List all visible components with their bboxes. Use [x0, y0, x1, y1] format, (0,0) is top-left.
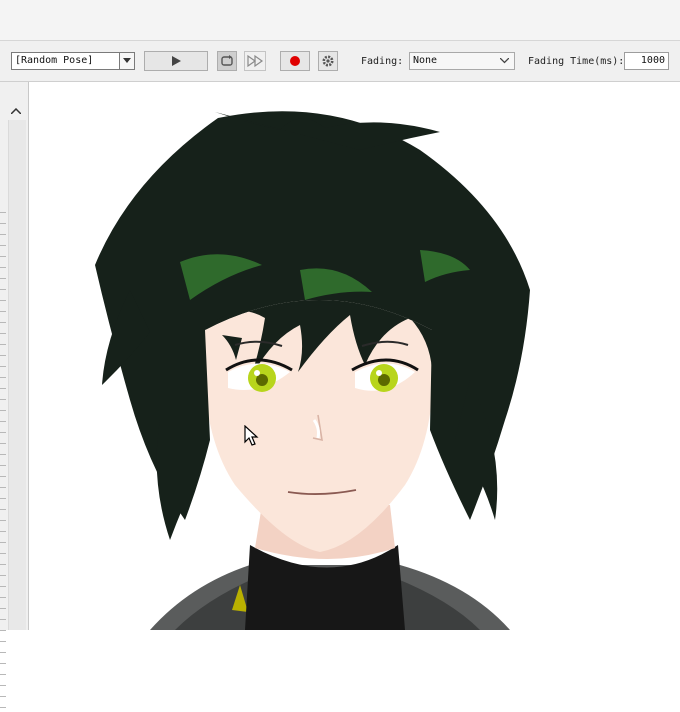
- settings-button[interactable]: [318, 51, 338, 71]
- fading-label: Fading:: [361, 56, 404, 67]
- loop-button[interactable]: [217, 51, 237, 71]
- play-button[interactable]: [144, 51, 208, 71]
- title-strip: [0, 0, 680, 41]
- fast-forward-icon: [247, 54, 264, 68]
- scroll-up-button[interactable]: [8, 103, 25, 120]
- panel-tick-marks: [0, 212, 6, 712]
- avatar-viewport[interactable]: [30, 82, 680, 630]
- mouse-cursor-icon: [244, 425, 259, 446]
- record-button[interactable]: [280, 51, 310, 71]
- chevron-down-icon: [123, 58, 131, 63]
- fading-time-input[interactable]: 1000: [624, 52, 669, 70]
- play-icon: [172, 56, 181, 66]
- loop-icon: [221, 55, 233, 66]
- pose-select[interactable]: [Random Pose]: [11, 52, 135, 70]
- vertical-scrollbar[interactable]: [8, 120, 26, 630]
- fading-time-label: Fading Time(ms):: [528, 56, 625, 67]
- chevron-down-icon: [500, 58, 509, 64]
- pose-dropdown-button[interactable]: [119, 53, 134, 69]
- chevron-up-icon: [11, 108, 21, 114]
- record-icon: [290, 56, 300, 66]
- avatar-image: [95, 111, 530, 630]
- fast-forward-button[interactable]: [244, 51, 266, 71]
- fading-select-value: None: [413, 55, 438, 66]
- gear-icon: [322, 55, 334, 67]
- pose-select-value: [Random Pose]: [15, 55, 94, 66]
- fading-select[interactable]: None: [409, 52, 515, 70]
